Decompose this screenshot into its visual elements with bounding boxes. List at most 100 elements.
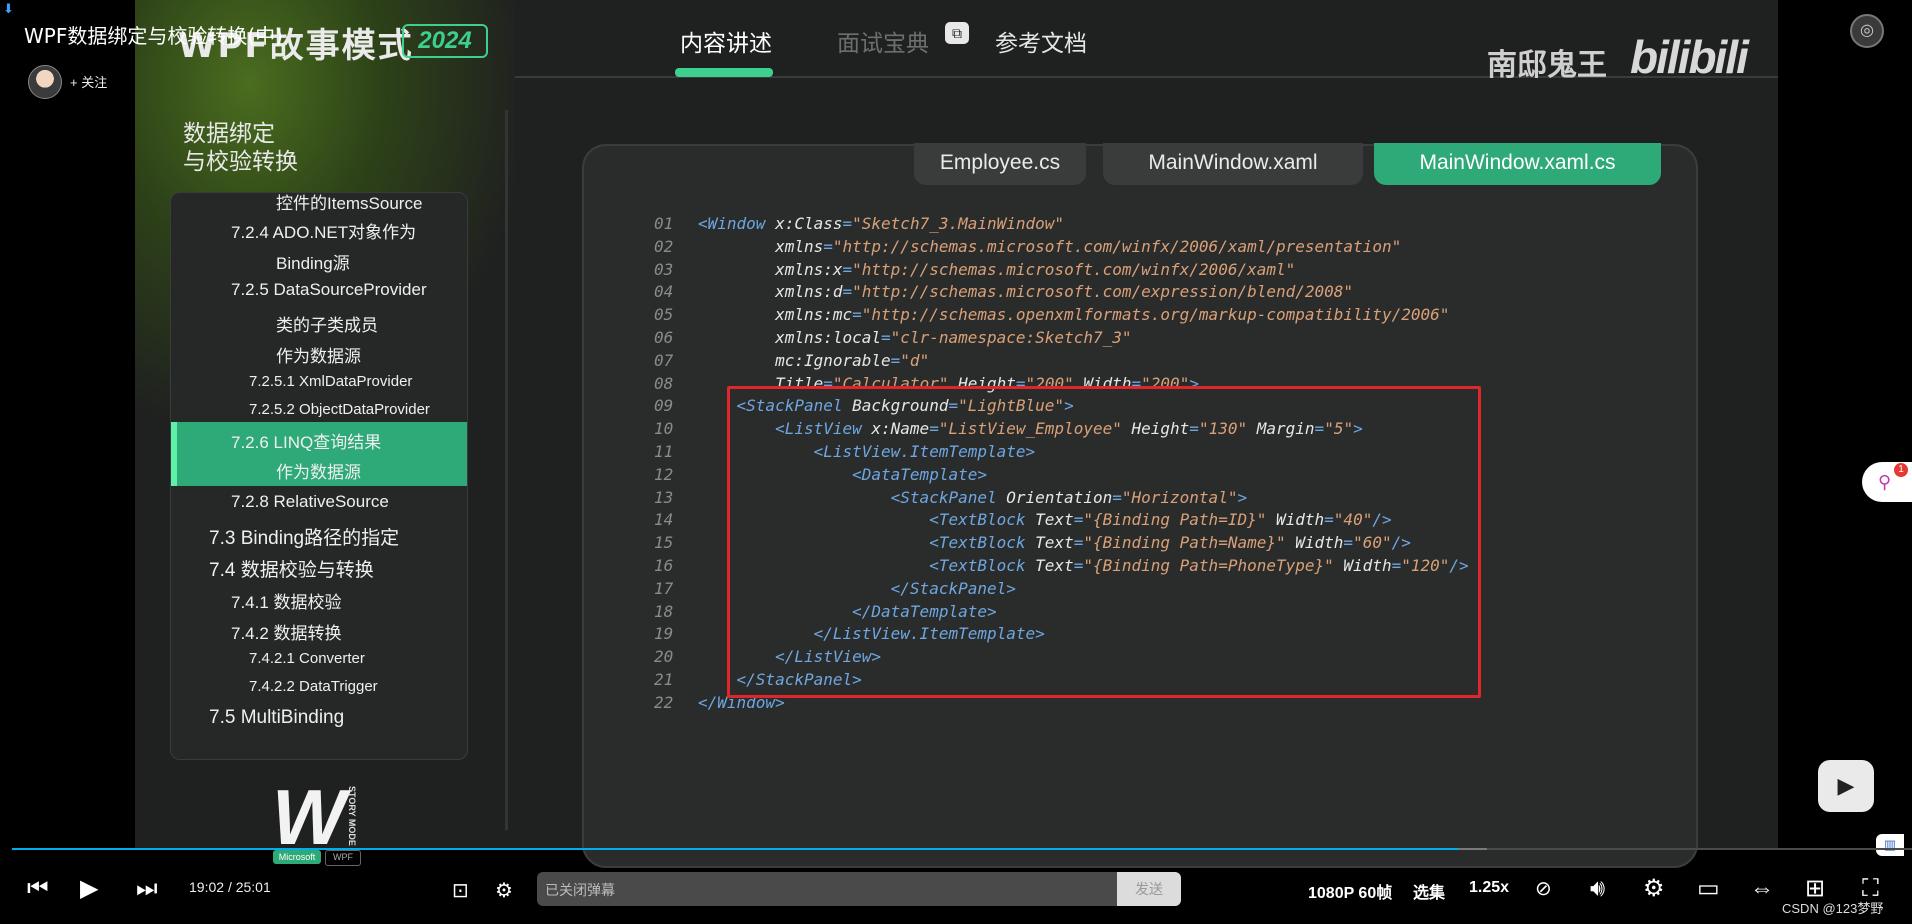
line-number: 14 [654,510,674,530]
previous-icon[interactable]: ⏮ [27,874,49,904]
code-line: xmlns="http://schemas.microsoft.com/winf… [698,237,1401,256]
volume-icon[interactable]: 🔊︎ [1590,874,1605,904]
video-title: WPF数据绑定与校验转换(中) [24,24,283,48]
toc-item-active-label-2: 作为数据源 [276,463,361,482]
line-number: 19 [654,624,674,644]
toc-item[interactable]: 7.2.5 DataSourceProvider [231,280,467,300]
toc-item[interactable]: 7.2.8 RelativeSource [231,492,467,512]
toc-item[interactable]: 7.2.4 ADO.NET对象作为 [231,218,467,243]
line-number: 06 [654,328,674,347]
follow-button[interactable]: + 关注 [70,72,107,91]
toc-item[interactable]: 类的子类成员 [276,311,467,336]
code-token: "http://schemas.microsoft.com/expression… [852,282,1354,302]
code-token: mc:Ignorable [698,350,891,370]
code-token: = [823,236,833,256]
total-time: 25:01 [235,879,271,895]
code-token: = [842,214,853,233]
line-number: 05 [654,305,674,325]
toc-item-active[interactable]: 7.2.6 LINQ查询结果 作为数据源 [171,422,467,486]
code-token: xmlns [698,236,824,256]
quality-button[interactable]: 1080P 60帧 [1308,879,1392,903]
send-button[interactable]: 发送 [1117,872,1181,906]
line-number: 09 [654,396,674,416]
file-tab-employee[interactable]: Employee.cs [914,143,1086,185]
code-token: = [890,350,901,370]
line-number: 15 [654,533,674,553]
code-token: "clr-namespace:Sketch7_3" [890,328,1132,347]
bilibili-logo: bilibili [1630,31,1749,83]
line-number: 04 [654,282,674,302]
tv-icon[interactable]: ▶ [1818,760,1874,812]
next-icon[interactable]: ⏭ [136,874,158,904]
episodes-button[interactable]: 选集 [1413,879,1445,903]
line-number: 22 [654,692,674,712]
code-token: <Window [698,214,776,233]
tab-docs[interactable]: 参考文档 [995,24,1087,58]
danmaku-settings-icon[interactable]: ⚙ [495,876,513,906]
toc-item[interactable]: 7.4.2 数据转换 [231,619,467,644]
location-pin-icon: ⚲ [1878,472,1892,492]
time-display: 19:02 / 25:01 [189,879,271,895]
play-icon[interactable]: ▶ [80,874,98,904]
code-line: mc:Ignorable="d" [698,351,929,370]
danmaku-toggle-icon[interactable]: ⊡ [452,876,469,906]
tab-interview[interactable]: 面试宝典 [837,24,929,58]
line-number: 17 [654,578,674,598]
line-number: 20 [654,647,674,667]
code-token: "Sketch7_3.MainWindow" [852,214,1065,233]
line-number: 02 [654,236,674,256]
line-number: 18 [654,601,674,621]
toc-item[interactable]: 7.4.1 数据校验 [231,588,467,613]
tab-active-indicator [675,68,773,77]
code-token: = [881,328,891,347]
toc-item[interactable]: 控件的ItemsSource [276,193,467,214]
toc-item[interactable]: 7.3 Binding路径的指定 [209,523,467,550]
code-line: xmlns:d="http://schemas.microsoft.com/ex… [698,282,1353,301]
toc-item[interactable]: 作为数据源 [276,342,467,367]
tab-content[interactable]: 内容讲述 [680,24,772,58]
highlight-box [727,386,1481,698]
code-line: <Window x:Class="Sketch7_3.MainWindow" [698,214,1064,233]
author-watermark: 南邸鬼王 [1487,48,1607,83]
toc-item[interactable]: 7.5 MultiBinding [209,707,467,729]
toc-item[interactable]: 7.2.5.2 ObjectDataProvider [249,401,467,418]
time-separator: / [227,879,236,895]
download-icon[interactable]: ⬇ [3,2,15,16]
widescreen-icon[interactable]: ⇔ [1750,874,1774,904]
current-time: 19:02 [189,879,225,895]
speed-button[interactable]: 1.25x [1469,879,1509,897]
code-token: = [852,305,862,325]
sidebar-divider [505,110,508,830]
code-token: "d" [900,350,930,370]
toc-item[interactable]: 7.4 数据校验与转换 [209,555,467,582]
subtitle-icon[interactable]: ⊘ [1535,874,1552,904]
line-number: 03 [654,259,674,279]
share-icon[interactable]: ◎ [1850,14,1884,48]
danmaku-box: 发送 [537,872,1181,906]
popout-icon[interactable]: ⧉ [945,22,969,44]
line-number: 10 [654,419,674,439]
toc-item[interactable]: 7.2.5.1 XmlDataProvider [249,373,467,390]
code-token: xmlns:local [698,328,882,347]
brand-year: 2024 [402,24,488,58]
pip-icon[interactable]: ▭ [1697,874,1720,904]
line-number: 01 [654,214,674,233]
code-token: xmlns:d [698,282,843,302]
csdn-watermark: CSDN @123梦野 [1782,901,1884,916]
settings-icon[interactable]: ⚙ [1643,874,1665,904]
code-line: xmlns:local="clr-namespace:Sketch7_3" [698,328,1132,347]
book-icon[interactable]: ▥ [1876,834,1904,856]
avatar[interactable] [28,65,62,99]
code-line: xmlns:x="http://schemas.microsoft.com/wi… [698,260,1295,279]
section-title: 数据绑定 与校验转换 [183,120,298,176]
toc-item[interactable]: 7.4.2.2 DataTrigger [249,678,467,695]
file-tab-mainwindow-xaml[interactable]: MainWindow.xaml [1103,143,1363,185]
danmaku-input[interactable] [537,872,1127,906]
line-number: 21 [654,670,674,689]
toc-item[interactable]: Binding源 [276,249,467,274]
toc-item[interactable]: 7.4.2.1 Converter [249,650,467,667]
line-number: 16 [654,556,674,575]
code-line: xmlns:mc="http://schemas.openxmlformats.… [698,305,1449,324]
line-number: 12 [654,464,674,484]
file-tab-mainwindow-xaml-cs[interactable]: MainWindow.xaml.cs [1374,143,1661,185]
